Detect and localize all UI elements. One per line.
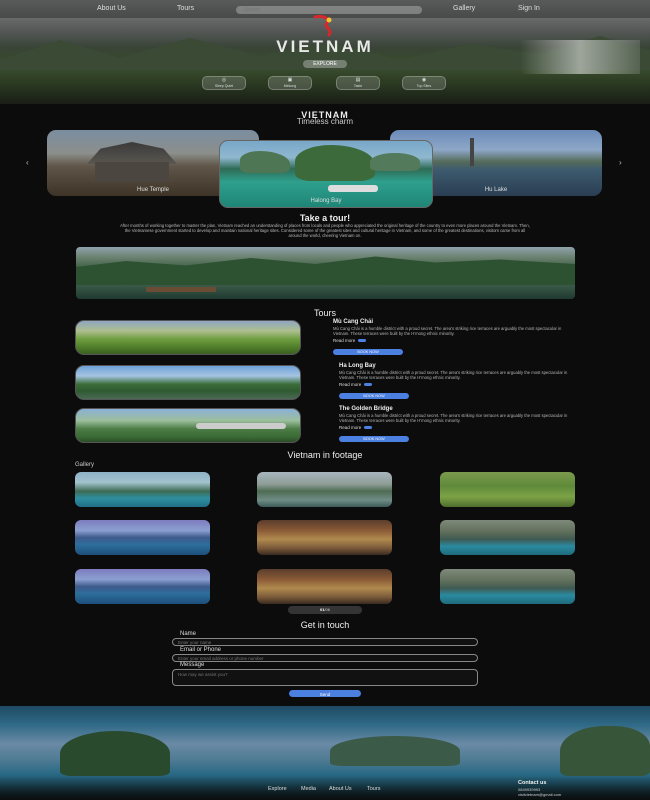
hero-title: VIETNAM bbox=[276, 37, 374, 56]
gallery-image[interactable] bbox=[440, 569, 575, 604]
gallery-image[interactable] bbox=[75, 520, 210, 555]
read-more-link[interactable]: Read more bbox=[333, 338, 367, 343]
gallery-image[interactable] bbox=[257, 520, 392, 555]
pin-icon: ◉ bbox=[421, 77, 427, 83]
gallery-image[interactable] bbox=[75, 472, 210, 507]
mountain-ridge bbox=[76, 256, 575, 285]
gallery-image[interactable] bbox=[257, 569, 392, 604]
carousel-label: Halong Bay bbox=[310, 198, 342, 204]
book-now-button[interactable]: BOOK NOW bbox=[333, 349, 403, 355]
food-icon: ▤ bbox=[355, 77, 361, 83]
gallery-pager[interactable]: 01/06 bbox=[288, 606, 362, 614]
raft bbox=[146, 287, 216, 292]
read-more-link[interactable]: Read more bbox=[339, 382, 373, 387]
tour-image-golden-bridge[interactable] bbox=[75, 408, 301, 443]
island bbox=[560, 726, 650, 776]
tour-image-ha-long[interactable] bbox=[75, 365, 301, 400]
nav-signin[interactable]: Sign In bbox=[518, 5, 540, 12]
quick-link-taste[interactable]: ▤ Taste bbox=[336, 76, 380, 90]
intro-subtitle: Timeless charm bbox=[296, 117, 354, 126]
nav-tours[interactable]: Tours bbox=[177, 5, 194, 12]
carousel-prev-icon[interactable]: ‹ bbox=[26, 158, 29, 167]
island bbox=[330, 736, 460, 766]
bridge bbox=[196, 423, 286, 429]
quick-link-label: Taste bbox=[353, 84, 363, 88]
temple-body bbox=[95, 162, 169, 182]
footer-contact-title: Contact us bbox=[518, 780, 547, 786]
carousel-next-icon[interactable]: › bbox=[619, 158, 622, 167]
tour-name: Ha Long Bay bbox=[339, 363, 376, 369]
gallery-image[interactable] bbox=[440, 472, 575, 507]
tour-desc: Mù Cang Chải is a humble district with a… bbox=[333, 326, 562, 336]
quick-link-mekong[interactable]: ▣ Mekong bbox=[268, 76, 312, 90]
toggle-pill bbox=[364, 426, 373, 430]
read-more-label: Read more bbox=[339, 382, 362, 387]
footer-link-about[interactable]: About Us bbox=[329, 786, 352, 792]
quick-link-sites[interactable]: ◉ Top Sites bbox=[402, 76, 446, 90]
take-tour-title: Take a tour! bbox=[299, 213, 351, 223]
footer-link-media[interactable]: Media bbox=[301, 786, 316, 792]
contact-title: Get in touch bbox=[300, 620, 350, 630]
tour-desc: Mù Cang Chải is a humble district with a… bbox=[339, 370, 568, 380]
toggle-pill bbox=[364, 383, 373, 387]
read-more-link[interactable]: Read more bbox=[339, 425, 373, 430]
island bbox=[60, 731, 170, 776]
message-label: Message bbox=[180, 662, 205, 668]
tour-desc: Mù Cang Chải is a humble district with a… bbox=[339, 413, 568, 423]
tour-name: Mù Cang Chải bbox=[333, 319, 373, 325]
pager-total: /06 bbox=[324, 607, 330, 612]
gallery-image[interactable] bbox=[440, 520, 575, 555]
send-button[interactable]: Send bbox=[289, 690, 361, 697]
sleep-icon: ◎ bbox=[221, 77, 227, 83]
read-more-label: Read more bbox=[333, 338, 356, 343]
nav-gallery[interactable]: Gallery bbox=[453, 5, 475, 12]
tour-name: The Golden Bridge bbox=[339, 406, 393, 412]
footer-email[interactable]: visitvietnam@gmail.com bbox=[518, 792, 561, 797]
name-field[interactable] bbox=[172, 638, 478, 646]
gallery-label: Gallery bbox=[75, 462, 95, 468]
footage-title: Vietnam in footage bbox=[287, 450, 363, 460]
footer-link-explore[interactable]: Explore bbox=[268, 786, 287, 792]
tours-title: Tours bbox=[313, 308, 336, 318]
nav-about[interactable]: About Us bbox=[97, 5, 126, 12]
book-now-button[interactable]: BOOK NOW bbox=[339, 393, 409, 399]
calendar-icon: ▣ bbox=[287, 77, 293, 83]
vietnam-logo-icon[interactable] bbox=[309, 15, 339, 37]
temple-roof bbox=[87, 142, 177, 164]
email-field[interactable] bbox=[172, 654, 478, 662]
search-input[interactable] bbox=[236, 6, 422, 14]
tour-image-mu-cang-chai[interactable] bbox=[75, 320, 301, 355]
footer-link-tours[interactable]: Tours bbox=[367, 786, 380, 792]
email-label: Email or Phone bbox=[180, 647, 222, 653]
read-more-label: Read more bbox=[339, 425, 362, 430]
karst bbox=[295, 145, 375, 181]
quick-link-label: Top Sites bbox=[416, 84, 432, 88]
tower bbox=[470, 138, 474, 166]
quick-link-sleep[interactable]: ◎ Sleep Quiet bbox=[202, 76, 246, 90]
book-now-button[interactable]: BOOK NOW bbox=[339, 436, 409, 442]
quick-link-label: Sleep Quiet bbox=[214, 84, 234, 88]
footer-banner bbox=[0, 706, 650, 800]
gallery-image[interactable] bbox=[257, 472, 392, 507]
message-field[interactable] bbox=[172, 669, 478, 686]
karst bbox=[240, 151, 290, 173]
carousel-card-halong[interactable]: Halong Bay bbox=[219, 140, 433, 208]
boat bbox=[328, 185, 378, 192]
karst bbox=[370, 153, 420, 171]
toggle-pill bbox=[358, 339, 367, 343]
gallery-image[interactable] bbox=[75, 569, 210, 604]
name-label: Name bbox=[180, 631, 197, 637]
explore-button[interactable]: EXPLORE bbox=[303, 60, 347, 68]
quick-link-label: Mekong bbox=[283, 84, 297, 88]
tour-video[interactable] bbox=[76, 247, 575, 299]
take-tour-text: After months of working together to mast… bbox=[120, 223, 530, 238]
